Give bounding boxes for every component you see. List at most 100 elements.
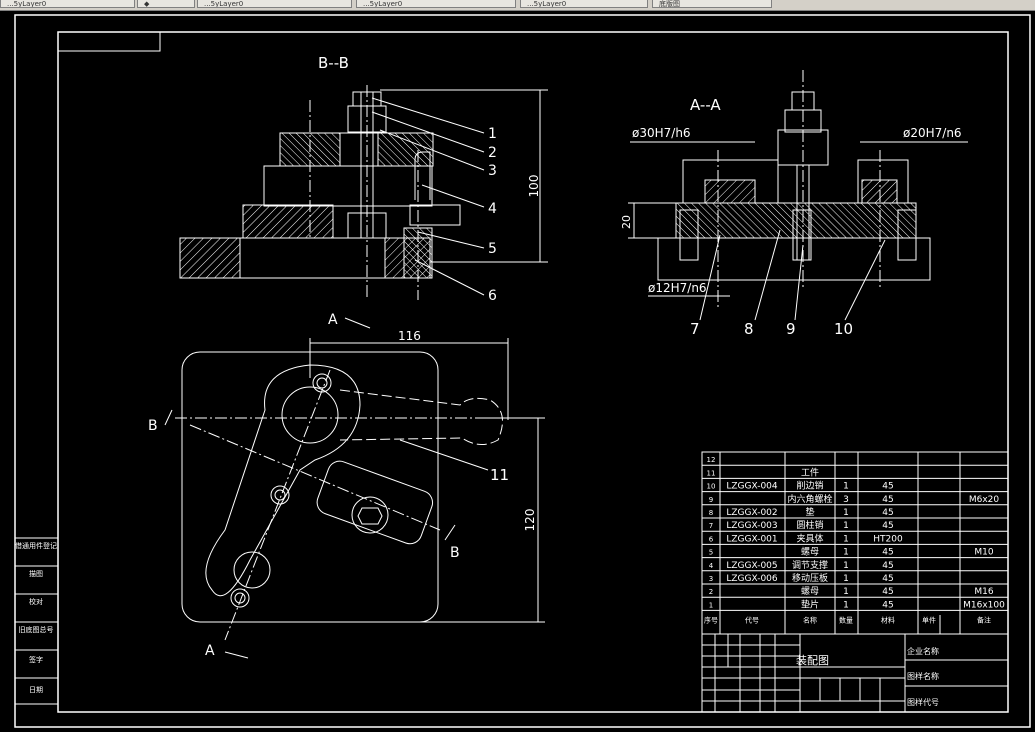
section-view-aa: A--A ø30H7/h6 ø20H7/n6 ø12H7/n6 20 7 8 9… [620,70,968,338]
section-mark-a-bottom: A [205,643,215,659]
cad-drawing-canvas[interactable]: 借通用件登记 描图 校对 旧底图总号 签字 日期 B--B 100 1 2 3 … [0,10,1035,732]
balloon-11: 11 [490,466,509,484]
title-block: 装配图 企业名称 图样名称 图样代号 [701,633,1009,713]
tab-label: ...5yLayer0 [527,0,567,8]
bom-cell-no: 9 [709,496,713,504]
tab-label: ...5yLayer0 [204,0,244,8]
bom-header-code: 代号 [745,615,759,624]
code-box [57,31,161,52]
bom-cell-name: 工件 [801,466,819,478]
bom-cell-name: 夹具体 [796,532,823,544]
tab-2[interactable]: ...5yLayer0 [356,0,516,8]
bom-cell-note: M10 [974,548,993,558]
strip-label: 日期 [29,686,43,694]
bom-cell-qty: 1 [843,574,849,584]
bom-cell-name: 螺母 [801,586,819,597]
section-mark-a-top: A [328,312,338,328]
strip-label: 签字 [29,655,43,664]
tab-0[interactable]: ...5yLayer0 [0,0,135,8]
bom-cell-qty: 1 [843,482,849,492]
bom-cell-note: M6x20 [969,495,1000,505]
bom-cell-code: LZGGX-002 [726,508,777,518]
tab-icons[interactable]: ◆ [137,0,195,8]
bom-header-mat: 材料 [881,615,895,624]
bom-header-no: 序号 [704,615,718,624]
bom-cell-no: 11 [707,469,716,477]
balloon-9: 9 [786,320,796,338]
bom-cell-no: 4 [709,562,714,570]
bom-cell-code: LZGGX-005 [726,561,777,571]
tab-4[interactable]: 底版图 [652,0,772,8]
bom-cell-mat: 45 [882,508,893,518]
bom-cell-code: LZGGX-001 [726,534,777,544]
bom-cell-name: 调节支撑 [792,559,828,571]
bom-cell-mat: 45 [882,587,893,597]
layer-icon: ◆ [144,0,150,8]
section-mark-b-right: B [450,545,460,561]
dim-20: 20 [620,215,633,229]
bom-cell-name: 移动压板 [792,572,828,584]
bom-cell-mat: 45 [882,548,893,558]
balloon-4: 4 [488,201,497,217]
bom-cell-name: 圆柱销 [796,519,823,531]
bom-cell-no: 8 [709,509,713,517]
balloon-3: 3 [488,163,497,179]
balloon-6: 6 [488,288,497,304]
strip-label: 借通用件登记 [15,541,57,550]
bom-header-single: 单件 [922,615,936,624]
bom-cell-no: 7 [709,522,713,530]
bom-cell-mat: 45 [882,482,893,492]
bom-cell-qty: 3 [843,495,849,505]
bom-header-note: 备注 [977,615,991,624]
bom-cell-note: M16 [974,587,993,597]
bom-header-name: 名称 [803,615,817,624]
bom-cell-no: 1 [709,601,713,609]
section-mark-b-left: B [148,418,158,434]
strip-label: 旧底图总号 [19,625,54,634]
bom-header-qty: 数量 [839,615,853,624]
balloon-1: 1 [488,126,497,142]
bom-cell-name: 垫 [805,506,814,518]
drawing-name: 装配图 [796,654,829,667]
section-label-aa: A--A [690,96,721,114]
outer-frame [14,14,1031,728]
tab-label: ...5yLayer0 [7,0,47,8]
fit-30: ø30H7/h6 [632,126,691,140]
bom-cell-mat: 45 [882,521,893,531]
dim-120: 120 [523,509,537,532]
strip-label: 校对 [29,597,43,606]
code-label: 图样代号 [907,697,939,707]
section-view-bb: B--B 100 1 2 3 4 5 6 [179,54,548,304]
bom-cell-no: 3 [709,575,713,583]
bom-cell-mat: 45 [882,600,893,610]
bom-cell-no: 12 [707,456,716,464]
strip-label: 描图 [29,569,43,578]
balloon-10: 10 [834,320,853,338]
company-label: 企业名称 [907,646,939,656]
plan-view: 116 120 11 A A B B [148,312,545,659]
bom-cell-name: 内六角螺栓 [787,493,832,505]
bom-cell-no: 5 [709,549,713,557]
left-strip: 借通用件登记 描图 校对 旧底图总号 签字 日期 [14,537,59,705]
bom-cell-qty: 1 [843,600,849,610]
bom-cell-qty: 1 [843,561,849,571]
bom-table: 1211 工件10 LZGGX-004 削边销 1 459 内六角螺栓 3 45 M6x208 LZ… [701,451,1009,635]
balloon-8: 8 [744,320,754,338]
bom-cell-code: LZGGX-006 [726,574,778,584]
bom-cell-qty: 1 [843,508,849,518]
bom-cell-mat: 45 [882,561,893,571]
bom-cell-qty: 1 [843,587,849,597]
fit-20: ø20H7/n6 [903,126,962,140]
bom-cell-qty: 1 [843,521,849,531]
bom-cell-mat: 45 [882,495,893,505]
balloon-5: 5 [488,241,497,257]
bom-cell-no: 10 [707,483,716,491]
bom-cell-mat: HT200 [873,534,903,544]
bom-cell-name: 垫片 [801,598,819,610]
tab-label: 底版图 [659,0,680,8]
tab-3[interactable]: ...5yLayer0 [520,0,648,8]
dim-116: 116 [398,329,421,343]
bom-cell-no: 2 [709,588,713,596]
tab-1[interactable]: ...5yLayer0 [197,0,352,8]
balloon-7: 7 [690,320,700,338]
